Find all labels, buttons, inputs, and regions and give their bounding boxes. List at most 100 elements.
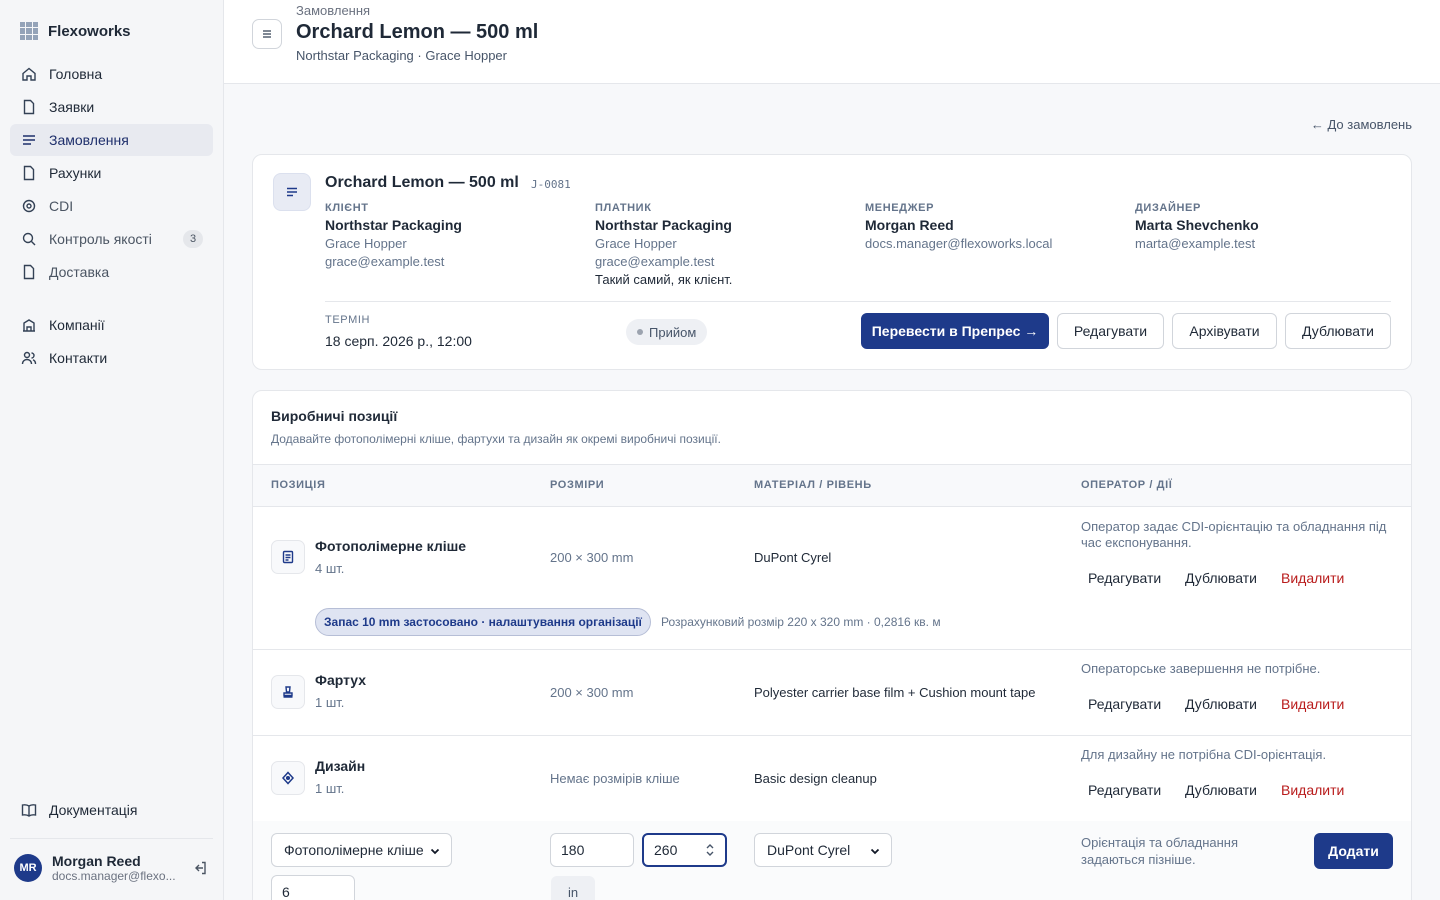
client-label: Клієнт <box>325 202 369 214</box>
payer-name[interactable]: Northstar Packaging <box>595 217 855 233</box>
status-badge: Прийом <box>626 319 708 345</box>
duplicate-item-button[interactable]: Дублювати <box>1185 696 1257 712</box>
stamp-icon <box>271 675 305 709</box>
payer-email[interactable]: grace@example.test <box>595 254 855 269</box>
stepper-icon[interactable] <box>705 841 715 861</box>
sidebar-item-delivery[interactable]: Доставка <box>10 256 213 288</box>
sidebar-item-label: Контакти <box>49 350 108 366</box>
deadline-label: Термін <box>325 314 371 326</box>
app-name: Flexoworks <box>48 22 131 40</box>
breadcrumb[interactable]: Замовлення <box>296 3 370 18</box>
table-header: Позиція Розміри Матеріал / рівень Операт… <box>253 464 1411 507</box>
brand[interactable]: Flexoworks <box>20 22 131 40</box>
height-value: 260 <box>654 842 678 858</box>
material-select[interactable]: DuPont Cyrel <box>754 833 892 867</box>
section-title: Виробничі позиції <box>271 408 398 424</box>
payer-contact: Grace Hopper <box>595 236 677 251</box>
list-icon <box>20 131 38 149</box>
payer-label: Платник <box>595 202 652 214</box>
truck-icon <box>20 263 38 281</box>
sidebar-item-docs[interactable]: Документація <box>10 794 213 826</box>
logout-icon[interactable] <box>192 860 208 879</box>
table-row: Фотополімерне кліше 4 шт. 200 × 300 mm D… <box>253 507 1411 650</box>
sidebar-item-invoices[interactable]: Рахунки <box>10 157 213 189</box>
delete-item-button[interactable]: Видалити <box>1281 782 1344 798</box>
column-header: Позиція <box>271 479 326 491</box>
sidebar-item-contacts[interactable]: Контакти <box>10 342 213 374</box>
order-summary-card: Orchard Lemon — 500 ml J-0081 Клієнт Nor… <box>252 154 1412 370</box>
item-qty: 1 шт. <box>315 781 345 796</box>
item-size: Немає розмірів кліше <box>550 771 680 786</box>
client-contact: Grace Hopper <box>325 236 407 251</box>
operator-note: Операторське завершення не потрібне. <box>1081 661 1321 676</box>
deadline-value: 18 серп. 2026 р., 12:00 <box>325 333 472 349</box>
item-material: Polyester carrier base film + Cushion mo… <box>754 685 1036 700</box>
sidebar-item-label: Заявки <box>49 99 95 115</box>
sidebar-item-cdi[interactable]: CDI <box>10 190 213 222</box>
client-block: Клієнт Northstar Packaging Grace Hopper … <box>325 202 585 269</box>
status-label: Прийом <box>649 324 697 340</box>
home-icon <box>20 65 38 83</box>
item-size: 200 × 300 mm <box>550 685 634 700</box>
client-name[interactable]: Northstar Packaging <box>325 217 585 233</box>
column-header: Матеріал / рівень <box>754 479 872 491</box>
column-header: Оператор / дії <box>1081 479 1173 491</box>
quantity-input[interactable]: 6 <box>271 875 355 900</box>
item-qty: 1 шт. <box>315 695 345 710</box>
edit-item-button[interactable]: Редагувати <box>1088 696 1161 712</box>
sidebar-item-companies[interactable]: Компанії <box>10 309 213 341</box>
delete-item-button[interactable]: Видалити <box>1281 570 1344 586</box>
sidebar-item-home[interactable]: Головна <box>10 58 213 90</box>
unit-toggle-button[interactable]: in <box>551 876 595 900</box>
item-name: Фотополімерне кліше <box>315 538 467 554</box>
archive-order-button[interactable]: Архівувати <box>1172 313 1277 349</box>
sidebar-item-label: Контроль якості <box>49 231 152 247</box>
sidebar-item-requests[interactable]: Заявки <box>10 91 213 123</box>
menu-toggle-button[interactable] <box>252 19 282 49</box>
count-badge: 3 <box>183 230 203 248</box>
add-position-button[interactable]: Додати <box>1314 833 1393 869</box>
item-name: Фартух <box>315 672 367 688</box>
delete-item-button[interactable]: Видалити <box>1281 696 1344 712</box>
operator-note: Оператор задає CDI-орієнтацію та обладна… <box>1081 519 1387 550</box>
divider <box>10 838 213 839</box>
sidebar-item-quality[interactable]: Контроль якості 3 <box>10 223 213 255</box>
manager-email[interactable]: docs.manager@flexoworks.local <box>865 236 1125 251</box>
sidebar-item-label: Документація <box>49 802 138 818</box>
sidebar: Flexoworks Головна Заявки Замовлення Рах… <box>0 0 224 900</box>
client-email[interactable]: grace@example.test <box>325 254 585 269</box>
page-subtitle: Northstar Packaging · Grace Hopper <box>296 48 507 63</box>
width-input[interactable]: 180 <box>550 833 634 867</box>
designer-email[interactable]: marta@example.test <box>1135 236 1395 251</box>
user-name: Morgan Reed <box>52 853 141 869</box>
margin-badge: Запас 10 mm застосовано · налаштування о… <box>315 608 651 636</box>
height-input[interactable]: 260 <box>642 833 727 867</box>
edit-order-button[interactable]: Редагувати <box>1057 313 1164 349</box>
section-description: Додавайте фотополімерні кліше, фартухи т… <box>271 432 721 446</box>
pen-tool-icon <box>271 761 305 795</box>
duplicate-item-button[interactable]: Дублювати <box>1185 782 1257 798</box>
duplicate-item-button[interactable]: Дублювати <box>1185 570 1257 586</box>
avatar: MR <box>14 854 42 882</box>
edit-item-button[interactable]: Редагувати <box>1088 570 1161 586</box>
calculated-size-note: Розрахунковий розмір 220 x 320 mm · 0,28… <box>661 615 941 629</box>
duplicate-order-button[interactable]: Дублювати <box>1285 313 1391 349</box>
file-icon <box>20 98 38 116</box>
sidebar-item-label: Головна <box>49 66 103 82</box>
user-profile[interactable]: MR Morgan Reed docs.manager@flexo... <box>14 850 214 886</box>
chevron-down-icon <box>429 844 441 860</box>
sidebar-item-orders[interactable]: Замовлення <box>10 124 213 156</box>
users-icon <box>20 349 38 367</box>
select-value: Фотополімерне кліше <box>284 842 424 858</box>
orientation-note: Орієнтація та обладнання задаються пізні… <box>1081 835 1239 867</box>
order-title: Orchard Lemon — 500 ml <box>325 174 519 191</box>
column-header: Розміри <box>550 479 605 491</box>
payer-note: Такий самий, як клієнт. <box>595 272 733 287</box>
designer-label: Дизайнер <box>1135 202 1201 214</box>
move-to-prepress-button[interactable]: Перевести в Препрес → <box>861 313 1049 349</box>
position-type-select[interactable]: Фотополімерне кліше <box>271 833 452 867</box>
item-qty: 4 шт. <box>315 561 345 576</box>
designer-name: Marta Shevchenko <box>1135 217 1259 233</box>
edit-item-button[interactable]: Редагувати <box>1088 782 1161 798</box>
back-to-orders-link[interactable]: ← До замовлень <box>1311 117 1412 132</box>
